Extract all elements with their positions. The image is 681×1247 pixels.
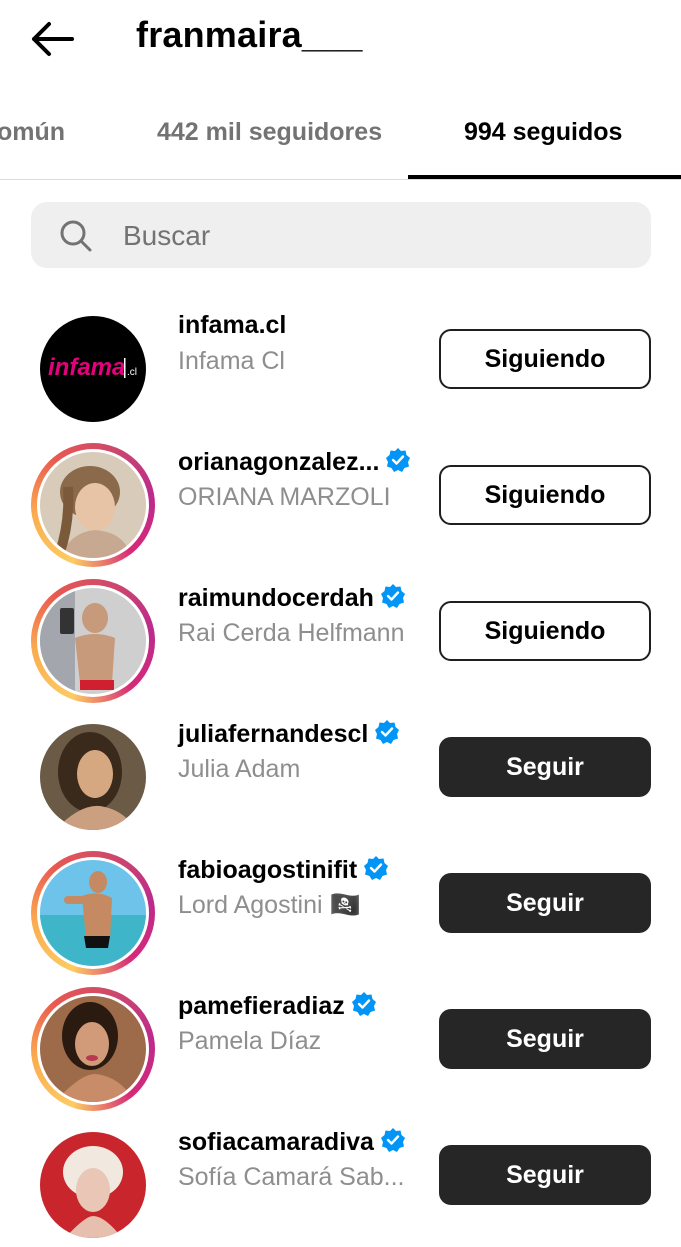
tab-following[interactable]: 994 seguidos [464,118,622,147]
follow-button[interactable]: Seguir [439,1145,651,1205]
search-icon [60,220,92,252]
profile-photo [40,724,146,830]
account-username[interactable]: raimundocerdah [178,583,406,613]
avatar[interactable] [31,579,155,703]
list-item[interactable]: infama .cl infama.cl Infama Cl Siguiendo [0,291,681,427]
account-username[interactable]: pamefieradiaz [178,991,377,1021]
avatar[interactable] [31,715,155,839]
profile-username: franmaira___ [136,14,363,55]
account-username[interactable]: juliafernandescl [178,719,400,749]
follow-tabs: omún 442 mil seguidores 994 seguidos [0,100,681,180]
avatar[interactable]: infama .cl [31,307,155,431]
account-fullname: Julia Adam [178,755,301,783]
avatar[interactable] [31,443,155,567]
profile-photo [40,588,146,694]
logo-suffix: .cl [127,367,137,378]
list-item[interactable]: orianagonzalez... ORIANA MARZOLI Siguien… [0,427,681,567]
verified-badge-icon [386,448,411,472]
profile-photo [40,996,146,1102]
arrow-left-icon [32,22,74,56]
account-username[interactable]: orianagonzalez... [178,447,411,477]
avatar[interactable] [31,851,155,975]
follow-button[interactable]: Seguir [439,737,651,797]
following-button[interactable]: Siguiendo [439,329,651,389]
following-button[interactable]: Siguiendo [439,465,651,525]
tab-divider [0,179,681,180]
top-bar: franmaira___ [0,0,681,80]
verified-badge-icon [375,720,400,744]
logo-text: infama [48,354,125,381]
profile-photo [40,860,146,966]
verified-badge-icon [380,1128,405,1152]
list-item[interactable]: pamefieradiaz Pamela Díaz Seguir [0,971,681,1111]
follow-button[interactable]: Seguir [439,1009,651,1069]
profile-photo [40,1132,146,1238]
account-fullname: Lord Agostini 🏴‍☠️ [178,891,361,919]
account-fullname: Sofía Camará Sab... [178,1163,405,1191]
list-item[interactable]: juliafernandescl Julia Adam Seguir [0,699,681,835]
account-fullname: Pamela Díaz [178,1027,322,1055]
verified-badge-icon [351,992,376,1016]
tab-mutual[interactable]: omún [0,118,65,147]
list-item[interactable]: sofiacamaradiva Sofía Camará Sab... Segu… [0,1107,681,1243]
profile-photo [40,452,146,558]
account-username[interactable]: infama.cl [178,311,286,340]
following-button[interactable]: Siguiendo [439,601,651,661]
avatar[interactable] [31,987,155,1111]
avatar[interactable] [31,1123,155,1247]
account-fullname: Infama Cl [178,347,285,375]
search-bar[interactable] [31,202,651,268]
verified-badge-icon [364,856,389,880]
back-button[interactable] [28,16,78,62]
tab-followers[interactable]: 442 mil seguidores [157,118,382,147]
verified-badge-icon [380,584,405,608]
account-fullname: ORIANA MARZOLI [178,483,391,511]
search-input[interactable] [121,214,625,258]
list-item[interactable]: fabioagostinifit Lord Agostini 🏴‍☠️ Segu… [0,835,681,975]
follow-button[interactable]: Seguir [439,873,651,933]
account-fullname: Rai Cerda Helfmann [178,619,405,647]
list-item[interactable]: raimundocerdah Rai Cerda Helfmann Siguie… [0,563,681,703]
account-username[interactable]: fabioagostinifit [178,855,389,885]
account-username[interactable]: sofiacamaradiva [178,1127,406,1157]
infama-logo: infama .cl [40,316,146,422]
